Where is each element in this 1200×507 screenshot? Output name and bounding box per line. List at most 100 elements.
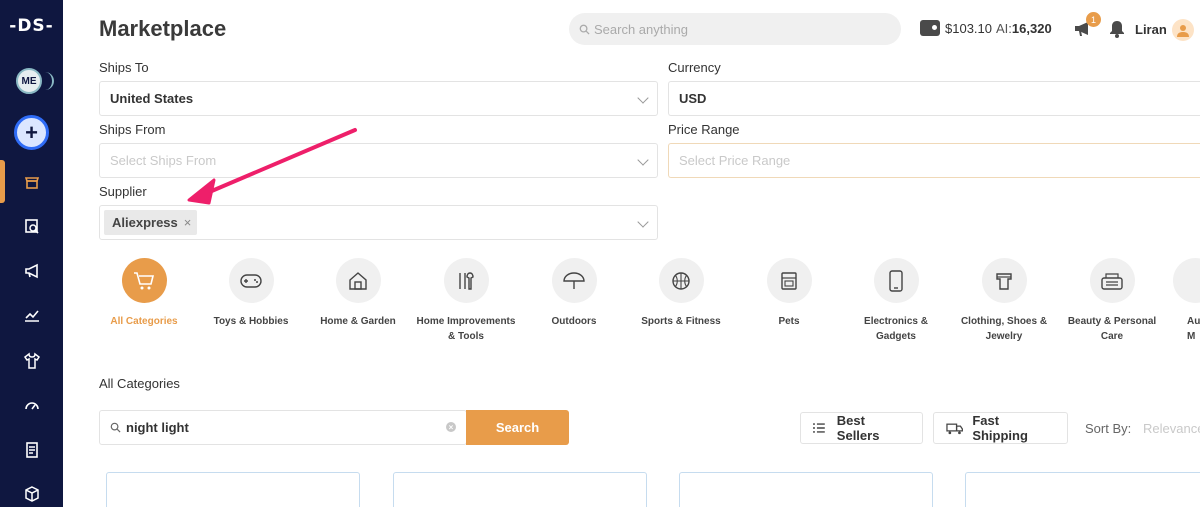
product-card[interactable] — [679, 472, 933, 507]
category-label: All Categories — [110, 316, 178, 327]
category-label: Home & Garden — [320, 316, 396, 327]
megaphone-icon — [24, 263, 38, 279]
pet-food-icon — [766, 258, 812, 303]
chevron-down-icon — [637, 216, 649, 228]
search-catalog-icon — [24, 219, 39, 234]
product-search-value: night light — [126, 420, 189, 435]
price-range-label: Price Range — [668, 122, 740, 137]
category-clothing-shoes-jewelry[interactable]: Clothing, Shoes & Jewelry — [952, 258, 1056, 344]
truck-icon — [946, 423, 963, 434]
category-home-garden[interactable]: Home & Garden — [306, 258, 410, 329]
list-icon — [813, 423, 825, 433]
app-logo[interactable]: -DS- — [0, 16, 63, 36]
store-icon — [24, 177, 39, 189]
category-automotive[interactable]: Au M — [1150, 258, 1200, 344]
ai-credits: AI:16,320 — [996, 21, 1052, 36]
nav-products[interactable] — [0, 479, 63, 507]
bell-icon[interactable] — [1108, 19, 1126, 39]
category-label: Toys & Hobbies — [213, 316, 289, 327]
shirt-icon — [981, 258, 1027, 303]
ai-credits-label: AI: — [996, 20, 1012, 36]
workspace-avatar[interactable]: ME — [16, 68, 54, 94]
category-toys-hobbies[interactable]: Toys & Hobbies — [199, 258, 303, 329]
product-card[interactable] — [965, 472, 1200, 507]
ships-from-select[interactable]: Select Ships From — [99, 143, 658, 178]
search-icon — [110, 422, 121, 433]
currency-value: USD — [679, 91, 707, 106]
chip-remove-icon[interactable]: × — [184, 215, 192, 230]
currency-label: Currency — [668, 60, 721, 75]
sort-by-label: Sort By: — [1085, 421, 1132, 436]
ships-from-placeholder: Select Ships From — [110, 153, 217, 168]
supplier-chip[interactable]: Aliexpress × — [104, 210, 198, 235]
user-name[interactable]: Liran — [1135, 22, 1167, 37]
shirt-icon — [23, 352, 40, 369]
wallet-icon — [920, 20, 940, 36]
price-range-placeholder: Select Price Range — [679, 153, 791, 168]
house-icon — [335, 258, 381, 303]
phone-icon — [873, 258, 919, 303]
supplier-chip-label: Aliexpress — [112, 215, 178, 230]
category-all[interactable]: All Categories — [92, 258, 196, 329]
category-beauty-personal-care[interactable]: Beauty & Personal Care — [1060, 258, 1164, 344]
global-search-input[interactable]: Search anything — [569, 13, 901, 45]
nav-search-products[interactable] — [0, 211, 63, 241]
package-icon — [24, 486, 39, 502]
wallet-balance[interactable]: $103.10 AI:16,320 — [920, 20, 1052, 36]
product-card[interactable] — [106, 472, 360, 507]
basketball-icon — [658, 258, 704, 303]
nav-print-on-demand[interactable] — [0, 346, 63, 376]
fast-shipping-label: Fast Shipping — [972, 413, 1028, 443]
fast-shipping-button[interactable]: Fast Shipping — [933, 412, 1068, 444]
nav-marketplace[interactable] — [0, 167, 63, 197]
category-label: Home Improvements & Tools — [416, 316, 516, 342]
supplier-label: Supplier — [99, 184, 147, 199]
notification-badge: 1 — [1086, 12, 1101, 27]
chevron-down-icon — [637, 154, 649, 166]
search-button[interactable]: Search — [466, 410, 569, 445]
currency-select[interactable]: USD — [668, 81, 1200, 116]
cart-icon — [121, 258, 167, 303]
nav-analytics[interactable] — [0, 300, 63, 330]
add-button[interactable]: + — [14, 115, 49, 150]
beauty-icon — [1089, 258, 1135, 303]
product-search-input[interactable]: night light × — [99, 410, 467, 445]
chart-icon — [24, 310, 39, 322]
nav-dashboard[interactable] — [0, 390, 63, 420]
best-sellers-button[interactable]: Best Sellers — [800, 412, 923, 444]
price-range-select[interactable]: Select Price Range — [668, 143, 1200, 178]
search-icon — [579, 24, 590, 35]
ships-to-label: Ships To — [99, 60, 149, 75]
ai-credits-value: 16,320 — [1011, 20, 1052, 36]
category-outdoors[interactable]: Outdoors — [522, 258, 626, 329]
clear-search-icon[interactable]: × — [446, 422, 456, 432]
category-electronics-gadgets[interactable]: Electronics & Gadgets — [844, 258, 948, 344]
category-label: Electronics & Gadgets — [864, 316, 928, 342]
global-search-placeholder: Search anything — [594, 21, 688, 37]
category-home-improvements-tools[interactable]: Home Improvements & Tools — [414, 258, 518, 344]
sidebar: -DS- ME + — [0, 0, 63, 507]
section-title: All Categories — [99, 376, 180, 391]
ships-from-label: Ships From — [99, 122, 166, 137]
category-label: Pets — [778, 316, 800, 327]
category-label: Clothing, Shoes & Jewelry — [960, 316, 1048, 342]
gamepad-icon — [228, 258, 274, 303]
category-pets[interactable]: Pets — [737, 258, 841, 329]
category-sports-fitness[interactable]: Sports & Fitness — [629, 258, 733, 329]
user-icon — [1177, 25, 1189, 37]
sort-by-select[interactable]: Relevance — [1143, 421, 1200, 436]
supplier-select[interactable]: Aliexpress × — [99, 205, 658, 240]
ships-to-value: United States — [110, 91, 194, 106]
orders-icon — [25, 442, 38, 458]
nav-marketing[interactable] — [0, 256, 63, 286]
nav-orders[interactable] — [0, 435, 63, 465]
tools-icon — [443, 258, 489, 303]
balance-amount: $103.10 — [945, 20, 992, 36]
auto-icon — [1173, 258, 1200, 303]
gauge-icon — [24, 402, 39, 410]
best-sellers-label: Best Sellers — [836, 413, 880, 443]
product-card[interactable] — [393, 472, 647, 507]
ships-to-select[interactable]: United States — [99, 81, 658, 116]
user-avatar[interactable] — [1172, 19, 1194, 41]
umbrella-icon — [551, 258, 597, 303]
